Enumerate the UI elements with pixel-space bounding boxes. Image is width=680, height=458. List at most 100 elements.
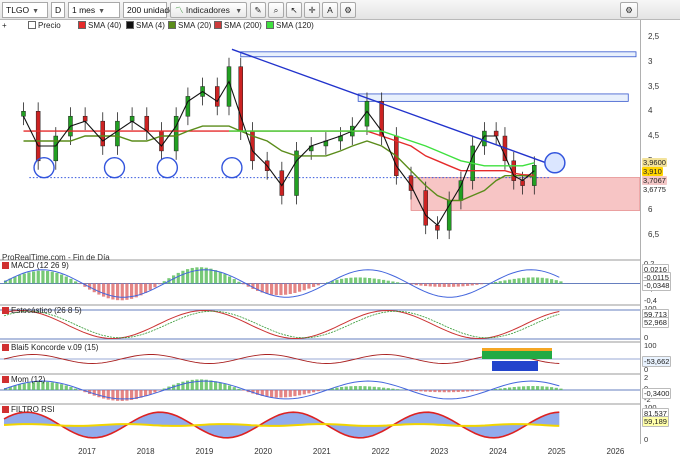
histogram-bar	[111, 283, 115, 300]
histogram-bar	[153, 283, 157, 288]
histogram-bar	[214, 381, 218, 390]
price-tick-label: 6,5	[648, 230, 660, 240]
histogram-bar	[545, 386, 549, 390]
x-tick-label: 2022	[371, 447, 390, 456]
histogram-bar	[340, 386, 344, 390]
candle	[458, 180, 464, 201]
support-touch-circle	[156, 156, 179, 179]
indicator-title[interactable]: Estocástico (26 8 5)	[2, 306, 82, 315]
histogram-bar	[503, 387, 507, 390]
histogram-bar	[41, 270, 45, 284]
histogram-bar	[494, 389, 498, 390]
histogram-bar	[298, 390, 302, 396]
histogram-bar	[92, 283, 96, 293]
histogram-bar	[354, 386, 358, 390]
histogram-bar	[13, 276, 17, 284]
histogram-bar	[512, 278, 516, 284]
indicator-title[interactable]: Mom (12)	[2, 375, 45, 384]
indicator-title[interactable]: MACD (12 26 9)	[2, 261, 69, 270]
histogram-bar	[503, 280, 507, 284]
histogram-bar	[414, 283, 418, 286]
support-touch-circle	[33, 156, 55, 179]
histogram-bar	[428, 390, 432, 392]
histogram-bar	[228, 385, 232, 390]
indicator-value-badge: -53,662	[642, 356, 672, 367]
indicator-title-label: Mom (12)	[11, 375, 46, 384]
histogram-bar	[97, 390, 101, 398]
indicator-title-label: MACD (12 26 9)	[11, 261, 69, 270]
indicator-title-label: Estocástico (26 8 5)	[11, 306, 82, 315]
indicator-title-label: FILTRO RSI	[11, 405, 55, 414]
koncorde-green-area	[482, 351, 552, 359]
candle	[82, 115, 88, 122]
histogram-bar	[181, 381, 185, 390]
histogram-bar	[349, 277, 353, 284]
trendline	[231, 48, 547, 164]
histogram-bar	[293, 390, 297, 397]
histogram-bar	[475, 390, 479, 391]
histogram-bar	[526, 386, 530, 390]
candle	[493, 130, 499, 137]
histogram-bar	[335, 387, 339, 390]
histogram-bar	[461, 390, 465, 392]
support-zone	[410, 177, 640, 211]
histogram-bar	[540, 277, 544, 284]
histogram-bar	[46, 270, 50, 284]
histogram-bar	[18, 275, 22, 284]
x-tick-label: 2020	[254, 447, 273, 456]
histogram-bar	[176, 383, 180, 390]
histogram-bar	[377, 279, 381, 284]
koncorde-blue-area	[492, 361, 538, 371]
histogram-bar	[452, 390, 456, 393]
histogram-bar	[368, 386, 372, 390]
histogram-bar	[531, 277, 535, 284]
histogram-bar	[536, 277, 540, 284]
histogram-bar	[293, 283, 297, 293]
histogram-bar	[480, 283, 484, 285]
histogram-bar	[228, 276, 232, 284]
histogram-bar	[461, 283, 465, 287]
indicator-title[interactable]: FILTRO RSI	[2, 405, 54, 414]
histogram-bar	[354, 277, 358, 284]
x-tick-label: 2023	[430, 447, 449, 456]
price-tick-label: 2,5	[648, 31, 660, 41]
histogram-bar	[144, 283, 148, 293]
indicator-color-swatch	[2, 344, 9, 351]
histogram-bar	[181, 270, 185, 284]
histogram-bar	[508, 279, 512, 284]
candle	[159, 130, 164, 152]
histogram-bar	[307, 283, 311, 289]
indicator-color-swatch	[2, 262, 9, 269]
histogram-bar	[298, 283, 302, 292]
histogram-bar	[559, 388, 563, 390]
histogram-bar	[517, 386, 521, 390]
histogram-bar	[186, 269, 190, 284]
histogram-bar	[442, 390, 446, 393]
histogram-bar	[22, 273, 26, 284]
histogram-bar	[27, 272, 31, 284]
histogram-bar	[64, 276, 68, 284]
indicator-color-swatch	[2, 376, 9, 383]
resistance-zone	[240, 51, 637, 58]
price-value-badge: 3,9600	[642, 157, 667, 167]
indicator-title-label: Blai5 Koncorde v.09 (15)	[11, 343, 99, 352]
price-chart[interactable]	[0, 0, 640, 458]
histogram-bar	[396, 389, 400, 390]
histogram-bar	[78, 283, 82, 285]
x-tick-label: 2017	[78, 447, 96, 456]
histogram-bar	[335, 279, 339, 284]
x-tick-label: 2024	[489, 447, 507, 456]
price-value-badge: 3,6775	[642, 184, 667, 194]
indicator-title[interactable]: Blai5 Koncorde v.09 (15)	[2, 343, 98, 352]
histogram-bar	[456, 390, 460, 393]
histogram-bar	[438, 390, 442, 393]
indicator-value-badge: -0,3400	[642, 388, 672, 399]
indicator-value-badge: 59,189	[642, 416, 669, 427]
histogram-bar	[232, 387, 236, 390]
indicator-tick-label: 0	[644, 435, 649, 444]
histogram-bar	[284, 390, 288, 398]
histogram-bar	[386, 388, 390, 390]
price-tick-label: 4,5	[648, 131, 660, 141]
x-tick-label: 2019	[195, 447, 214, 456]
histogram-bar	[148, 283, 152, 291]
